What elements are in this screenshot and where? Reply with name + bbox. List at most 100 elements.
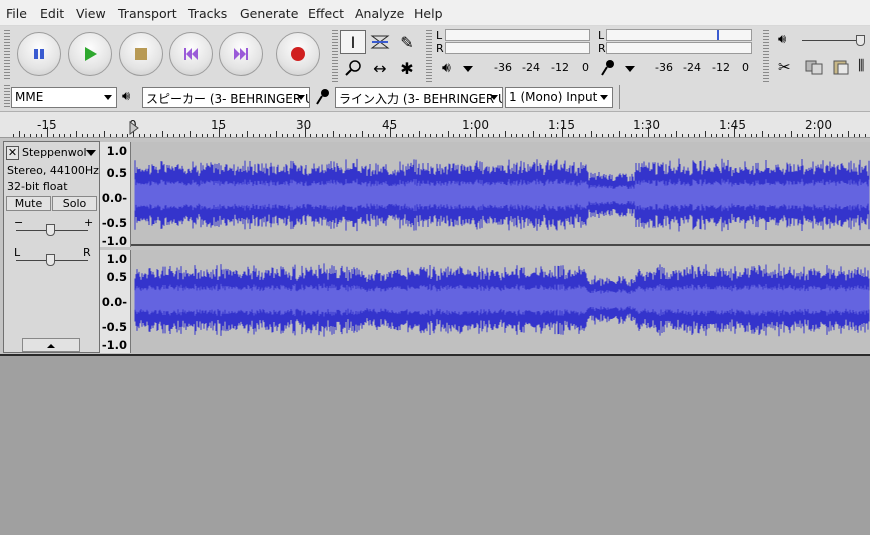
vertical-ruler-bottom: 1.0 0.5 0.0- -0.5 -1.0	[100, 250, 131, 353]
skip-end-icon	[234, 48, 248, 60]
envelope-tool-icon[interactable]	[367, 30, 393, 54]
ruler-tick	[242, 134, 243, 137]
ruler-tick	[247, 131, 248, 137]
waveform-right-channel[interactable]	[131, 250, 870, 353]
ruler-tick	[24, 134, 25, 137]
track-name-bar[interactable]: ✕ Steppenwol	[6, 146, 99, 161]
ruler-tick	[596, 134, 597, 137]
record-button[interactable]	[276, 32, 320, 76]
ruler-tick	[253, 134, 254, 137]
audio-host-select[interactable]: MME	[11, 87, 117, 108]
time-shift-tool-icon[interactable]: ↔	[367, 56, 393, 80]
ruler-tick	[551, 134, 552, 137]
gain-minus-label: −	[14, 216, 24, 229]
ruler-tick	[642, 134, 643, 137]
stop-button[interactable]	[119, 32, 163, 76]
ruler-tick	[791, 131, 792, 137]
playback-volume-thumb[interactable]	[856, 35, 865, 46]
ruler-tick	[150, 134, 151, 137]
scale-label: -0.5	[101, 320, 127, 334]
ruler-tick	[390, 127, 391, 137]
ruler-tick	[671, 134, 672, 137]
menu-view[interactable]: View	[76, 6, 106, 21]
record-meter-dropdown-icon[interactable]	[625, 66, 635, 72]
ruler-tick	[751, 134, 752, 137]
ruler-tick	[739, 134, 740, 137]
skip-to-start-button[interactable]	[169, 32, 213, 76]
ruler-tick	[196, 134, 197, 137]
toolbar-grip[interactable]	[4, 30, 10, 80]
track-menu-dropdown-icon[interactable]	[86, 150, 96, 156]
scale-label: 0.5	[106, 166, 127, 180]
copy-icon[interactable]	[804, 59, 824, 78]
playhead-marker-icon[interactable]	[128, 120, 140, 136]
speaker-icon[interactable]: 🔊︎	[442, 60, 451, 76]
ruler-tick	[236, 134, 237, 137]
menu-help[interactable]: Help	[414, 6, 443, 21]
scale-label: 1.0	[106, 252, 127, 266]
scale-label: -1.0	[101, 234, 127, 248]
ruler-tick	[602, 134, 603, 137]
ruler-tick	[756, 134, 757, 137]
scale-label: -1.0	[101, 338, 127, 352]
close-track-icon[interactable]: ✕	[6, 146, 19, 160]
input-device-select[interactable]: ライン入力 (3- BEHRINGER U	[335, 87, 503, 108]
ruler-tick	[488, 134, 489, 137]
menu-edit[interactable]: Edit	[40, 6, 64, 21]
solo-button[interactable]: Solo	[52, 196, 97, 211]
trim-icon[interactable]: ⫼	[858, 58, 864, 74]
ruler-tick	[379, 134, 380, 137]
ruler-tick	[316, 134, 317, 137]
ruler-tick	[368, 134, 369, 137]
draw-tool-icon[interactable]: ✎	[394, 30, 420, 54]
zoom-tool-icon[interactable]	[340, 56, 366, 80]
toolbar-grip[interactable]	[763, 30, 769, 82]
toolbar-grip[interactable]	[4, 85, 10, 109]
playback-tick: -36	[494, 61, 512, 74]
skip-to-end-button[interactable]	[219, 32, 263, 76]
ruler-tick	[825, 134, 826, 137]
pan-left-label: L	[14, 246, 21, 259]
paste-icon[interactable]	[832, 59, 852, 78]
track-panel: ✕ Steppenwol Stereo, 44100Hz 32-bit floa…	[0, 138, 870, 356]
output-device-select[interactable]: スピーカー (3- BEHRINGER U	[142, 87, 310, 108]
menu-tracks[interactable]: Tracks	[188, 6, 227, 21]
menu-file[interactable]: File	[6, 6, 27, 21]
mute-button[interactable]: Mute	[6, 196, 51, 211]
playback-meter-dropdown-icon[interactable]	[463, 66, 473, 72]
selection-tool-icon[interactable]: I	[340, 30, 366, 54]
cut-icon[interactable]: ✂	[778, 58, 791, 76]
ruler-tick	[19, 131, 20, 137]
ruler-tick	[865, 134, 866, 137]
input-channels-select[interactable]: 1 (Mono) Input	[505, 87, 613, 108]
ruler-tick	[625, 134, 626, 137]
ruler-tick	[13, 134, 14, 137]
menu-transport[interactable]: Transport	[118, 6, 177, 21]
play-button[interactable]	[68, 32, 112, 76]
pan-right-label: R	[83, 246, 91, 259]
microphone-icon[interactable]	[600, 59, 616, 80]
ruler-tick	[636, 134, 637, 137]
ruler-tick	[774, 134, 775, 137]
ruler-tick	[694, 134, 695, 137]
multi-tool-icon[interactable]: ✱	[394, 56, 420, 80]
menu-analyze[interactable]: Analyze	[355, 6, 404, 21]
collapse-track-button[interactable]	[22, 338, 80, 352]
menu-generate[interactable]: Generate	[240, 6, 298, 21]
ruler-tick	[619, 131, 620, 137]
ruler-tick	[167, 134, 168, 137]
pause-button[interactable]	[17, 32, 61, 76]
toolbar-grip[interactable]	[426, 30, 432, 82]
scale-label: -0.5	[101, 216, 127, 230]
ruler-tick	[837, 134, 838, 137]
gain-slider-thumb[interactable]	[46, 224, 55, 236]
waveform-left-channel[interactable]	[131, 142, 870, 246]
timeline-ruler[interactable]: -15 0 15 30 45 1:00 1:15 1:30 1:45 2:00	[0, 112, 870, 138]
timeline-label: 30	[296, 118, 312, 132]
menu-effect[interactable]: Effect	[308, 6, 344, 21]
ruler-tick	[579, 134, 580, 137]
track-info-rate: Stereo, 44100Hz	[7, 164, 99, 177]
ruler-tick	[207, 134, 208, 137]
pan-slider-thumb[interactable]	[46, 254, 55, 266]
playback-volume-slider[interactable]	[802, 40, 864, 41]
